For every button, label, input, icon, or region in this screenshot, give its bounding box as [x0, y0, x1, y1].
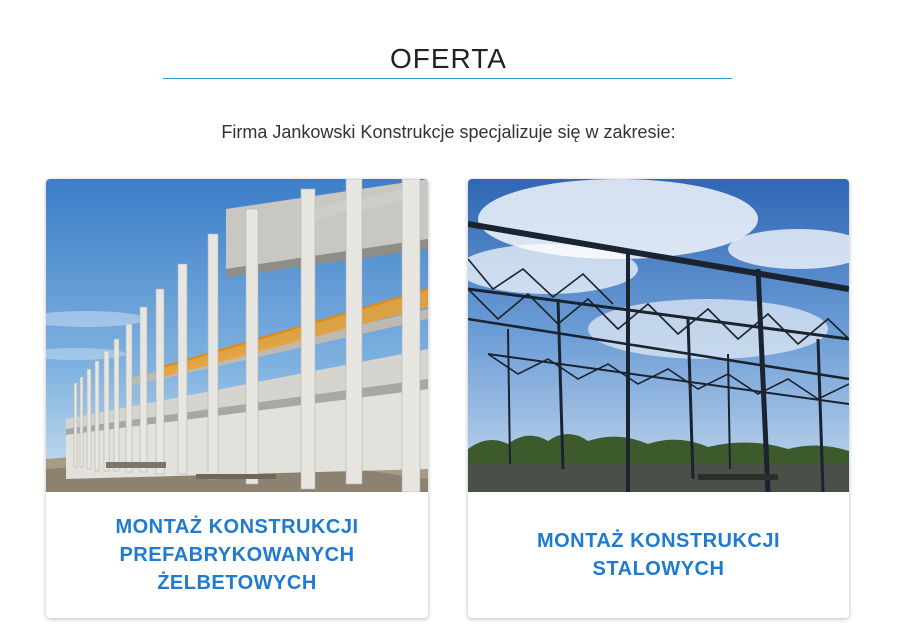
card-title-steel[interactable]: MONTAŻ KONSTRUKCJI STALOWYCH: [468, 492, 849, 618]
precast-concrete-photo: [46, 179, 428, 492]
offer-card-precast-concrete[interactable]: MONTAŻ KONSTRUKCJI PREFABRYKOWANYCH ŻELB…: [46, 179, 428, 618]
section-title: OFERTA: [390, 42, 507, 74]
steel-structure-photo: [468, 179, 849, 492]
section-intro: Firma Jankowski Konstrukcje specjalizuje…: [221, 122, 676, 142]
offer-card-steel[interactable]: MONTAŻ KONSTRUKCJI STALOWYCH: [468, 179, 849, 618]
card-title-precast-concrete[interactable]: MONTAŻ KONSTRUKCJI PREFABRYKOWANYCH ŻELB…: [46, 492, 428, 618]
title-divider: [163, 78, 732, 79]
